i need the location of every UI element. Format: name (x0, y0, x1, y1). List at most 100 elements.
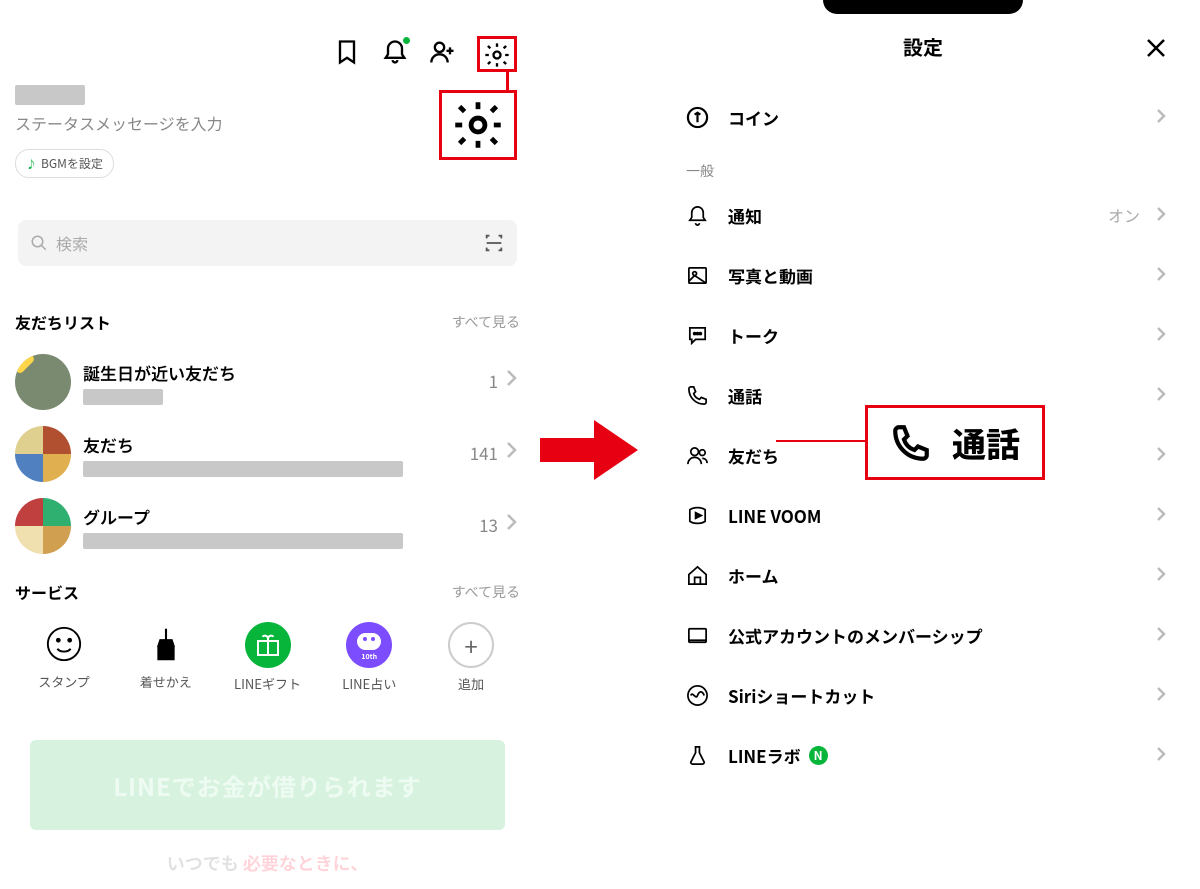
chevron-right-icon (506, 368, 518, 392)
list-item-count: 13 (479, 512, 498, 537)
smiley-icon (42, 622, 86, 666)
friend-list-heading: 友だちリスト (15, 310, 520, 334)
service-gift[interactable]: LINEギフト (223, 622, 313, 693)
search-icon (30, 234, 48, 252)
promo-banner[interactable]: LINEでお金が借りられます (30, 740, 505, 830)
see-all-friends[interactable]: すべて見る (452, 312, 520, 332)
search-placeholder: 検索 (56, 231, 483, 255)
phone-icon (890, 422, 932, 464)
annotation-connector (506, 70, 509, 92)
chevron-right-icon (1156, 383, 1166, 407)
call-label: 通話 (952, 418, 1020, 467)
new-badge: N (809, 746, 828, 765)
settings-item-lab[interactable]: LINEラボ N (658, 725, 1188, 785)
avatar (15, 354, 71, 410)
settings-item-siri[interactable]: Siriショートカット (658, 665, 1188, 725)
bell-icon (684, 202, 710, 228)
profile-name-redacted (15, 85, 85, 105)
card-icon (684, 622, 710, 648)
lab-icon (684, 742, 710, 768)
profile-section: ステータスメッセージを入力 ♪ BGMを設定 (15, 85, 223, 178)
settings-item-label: 公式アカウントのメンバーシップ (728, 623, 983, 648)
settings-item-coin[interactable]: コイン (658, 87, 1188, 147)
chevron-right-icon (1156, 743, 1166, 767)
voom-icon (684, 502, 710, 528)
annotation-connector (776, 440, 868, 442)
friend-list-item-groups[interactable]: グループ 13 (15, 490, 520, 562)
home-icon (684, 562, 710, 588)
avatar (15, 498, 71, 554)
settings-item-card[interactable]: 公式アカウントのメンバーシップ (658, 605, 1188, 665)
see-all-services[interactable]: すべて見る (452, 582, 520, 602)
image-icon (684, 262, 710, 288)
list-item-count: 141 (470, 440, 498, 465)
gift-icon (245, 622, 291, 668)
status-message[interactable]: ステータスメッセージを入力 (15, 111, 223, 135)
service-label: LINEギフト (234, 674, 301, 693)
chevron-right-icon (1156, 443, 1166, 467)
plus-icon: + (448, 622, 494, 668)
settings-item-home[interactable]: ホーム (658, 545, 1188, 605)
avatar (15, 426, 71, 482)
chat-icon (684, 322, 710, 348)
banner-text: LINEでお金が借りられます (113, 768, 422, 803)
add-friend-icon[interactable] (429, 38, 457, 71)
top-icon-row (333, 36, 517, 72)
notification-icon[interactable] (381, 38, 409, 71)
friend-list-item-birthday[interactable]: 誕生日が近い友だち 1 (15, 346, 520, 418)
bgm-set-button[interactable]: ♪ BGMを設定 (15, 149, 114, 178)
settings-item-bell[interactable]: 通知オン (658, 185, 1188, 245)
settings-item-label: 友だち (728, 443, 779, 468)
settings-item-label: 写真と動画 (728, 263, 813, 288)
list-item-title: 誕生日が近い友だち (83, 360, 236, 385)
music-note-icon: ♪ (26, 156, 37, 172)
settings-title: 設定 (658, 32, 1188, 61)
settings-item-chat[interactable]: トーク (658, 305, 1188, 365)
call-item-enlarged: 通話 (865, 405, 1045, 480)
service-label: 着せかえ (140, 672, 192, 691)
settings-icon-enlarged (439, 90, 517, 160)
banner-subtext: いつでも 必要なときに、 (10, 850, 525, 876)
service-label: 追加 (458, 674, 484, 693)
chevron-right-icon (1156, 105, 1166, 129)
service-label: LINE占い (342, 674, 396, 693)
search-bar[interactable]: 検索 (18, 220, 517, 266)
settings-item-image[interactable]: 写真と動画 (658, 245, 1188, 305)
friend-list-section: 友だちリスト すべて見る 誕生日が近い友だち 1 友だち 1 (15, 310, 520, 562)
services-heading: サービス (15, 580, 520, 604)
service-add[interactable]: + 追加 (426, 622, 516, 693)
scan-icon[interactable] (483, 232, 505, 254)
settings-section-general: 一般 (658, 147, 1188, 185)
friend-list-item-friends[interactable]: 友だち 141 (15, 418, 520, 490)
list-item-sub-redacted (83, 389, 163, 405)
settings-item-label: 通話 (728, 383, 762, 408)
chevron-right-icon (1156, 203, 1166, 227)
list-item-sub-redacted (83, 461, 403, 477)
friends-icon (684, 442, 710, 468)
settings-icon-highlighted[interactable] (477, 36, 517, 72)
service-stamp[interactable]: スタンプ (19, 622, 109, 693)
list-item-sub-redacted (83, 533, 403, 549)
chevron-right-icon (1156, 563, 1166, 587)
service-theme[interactable]: 着せかえ (121, 622, 211, 693)
settings-item-label: LINEラボ (728, 743, 801, 768)
settings-item-voom[interactable]: LINE VOOM (658, 485, 1188, 545)
gear-icon (452, 99, 504, 151)
chevron-right-icon (1156, 683, 1166, 707)
service-fortune[interactable]: 10th LINE占い (324, 622, 414, 693)
settings-item-label: コイン (728, 105, 779, 130)
list-item-count: 1 (489, 368, 498, 393)
list-item-title: 友だち (83, 432, 520, 457)
coin-icon (684, 104, 710, 130)
chevron-right-icon (506, 512, 518, 536)
device-notch (823, 0, 1023, 14)
list-item-title: グループ (83, 504, 520, 529)
chevron-right-icon (1156, 623, 1166, 647)
settings-item-label: 通知 (728, 203, 762, 228)
chevron-right-icon (1156, 263, 1166, 287)
service-label: スタンプ (38, 672, 90, 691)
settings-item-label: LINE VOOM (728, 503, 821, 528)
close-button[interactable] (1144, 36, 1168, 65)
bgm-label: BGMを設定 (41, 155, 103, 172)
bookmark-icon[interactable] (333, 38, 361, 71)
